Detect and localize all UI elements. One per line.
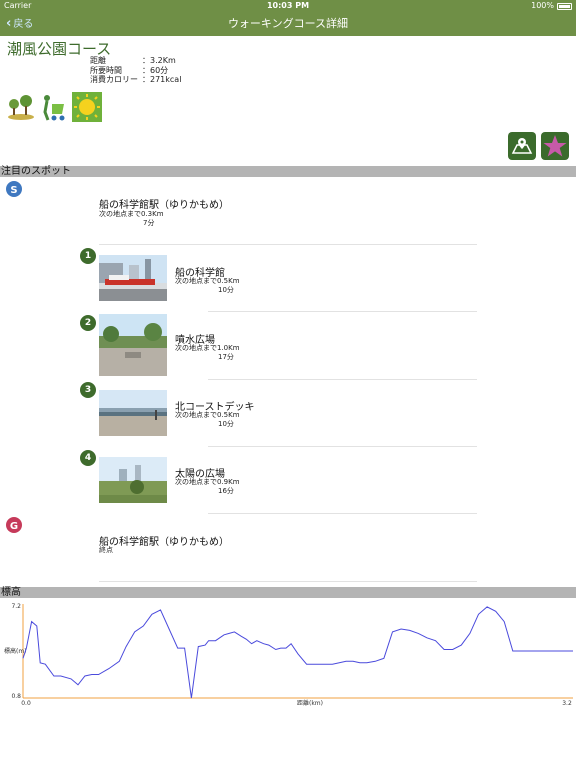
- info-label: 距離: [90, 56, 106, 65]
- x-axis-label: 距離(km): [297, 699, 323, 707]
- navigation-bar: ‹ 戻る ウォーキングコース詳細: [0, 12, 576, 36]
- goal-spot-note: 終点: [99, 546, 113, 554]
- divider: [208, 446, 477, 447]
- battery-percent: 100%: [531, 1, 554, 10]
- info-label: 所要時間: [90, 65, 122, 75]
- info-row-calories: 消費カロリー： 271kcal: [90, 75, 182, 84]
- elevation-chart: 7.2 0.8 標高(m) 0.0 3.2 距離(km): [4, 603, 573, 707]
- battery-icon: [557, 3, 572, 10]
- goal-spot-name: 船の科学館駅（ゆりかもめ）: [99, 537, 229, 548]
- spot-number-badge: 2: [80, 315, 96, 331]
- divider: [99, 244, 477, 245]
- photo-fountain-plaza: [99, 314, 167, 376]
- spot-number-badge: 3: [80, 382, 96, 398]
- start-spot-time: 7分: [143, 219, 155, 227]
- status-bar: Carrier 10:03 PM 100%: [0, 0, 576, 12]
- y-axis-label: 標高(m): [4, 647, 27, 655]
- stroller-icon: [43, 95, 65, 121]
- x-tick-label: 0.0: [21, 700, 31, 707]
- info-row-duration: 所要時間： 60分: [90, 65, 169, 75]
- spot-photo-1[interactable]: [99, 255, 167, 301]
- x-tick-label: 3.2: [562, 700, 572, 707]
- info-row-distance: 距離： 3.2Km: [90, 56, 176, 65]
- favorite-button[interactable]: [541, 132, 569, 160]
- info-value: 3.2Km: [150, 56, 176, 65]
- spot-time: 10分: [218, 286, 234, 294]
- divider: [208, 311, 477, 312]
- course-info: 距離： 3.2Km 所要時間： 60分 消費カロリー： 271kcal: [90, 56, 181, 85]
- y-tick-label: 7.2: [11, 603, 21, 610]
- park-icon: [8, 95, 34, 120]
- divider: [99, 581, 477, 582]
- spot-number-badge: 1: [80, 248, 96, 264]
- spot-photo-4[interactable]: [99, 457, 167, 503]
- photo-ship-museum: [99, 255, 167, 301]
- svg-text:G: G: [10, 521, 18, 532]
- page-title: ウォーキングコース詳細: [227, 17, 349, 30]
- info-label: 消費カロリー: [90, 75, 138, 84]
- elevation-series-line: [22, 606, 573, 699]
- svg-text:S: S: [10, 185, 17, 196]
- clock: 10:03 PM: [266, 1, 310, 10]
- spots-section-header: 注目のスポット: [0, 166, 576, 177]
- info-value: 60分: [150, 65, 169, 75]
- elevation-section-header: 標高: [0, 587, 576, 598]
- y-tick-label: 0.8: [11, 693, 21, 700]
- star-icon: [543, 135, 567, 157]
- goal-badge: G: [6, 517, 22, 533]
- spot-time: 17分: [218, 353, 234, 361]
- spot-number-badge: 4: [80, 450, 96, 466]
- spot-photo-3[interactable]: [99, 390, 167, 436]
- spot-time: 16分: [218, 487, 234, 495]
- sun-icon: [72, 92, 102, 122]
- spot-photo-2[interactable]: [99, 314, 167, 376]
- spot-time: 10分: [218, 420, 234, 428]
- photo-sun-plaza: [99, 457, 167, 503]
- map-button[interactable]: [508, 132, 536, 160]
- map-icon: [511, 138, 533, 154]
- divider: [208, 379, 477, 380]
- divider: [208, 513, 477, 514]
- start-badge: S: [6, 181, 22, 197]
- info-value: 271kcal: [150, 75, 182, 84]
- photo-north-coast-deck: [99, 390, 167, 436]
